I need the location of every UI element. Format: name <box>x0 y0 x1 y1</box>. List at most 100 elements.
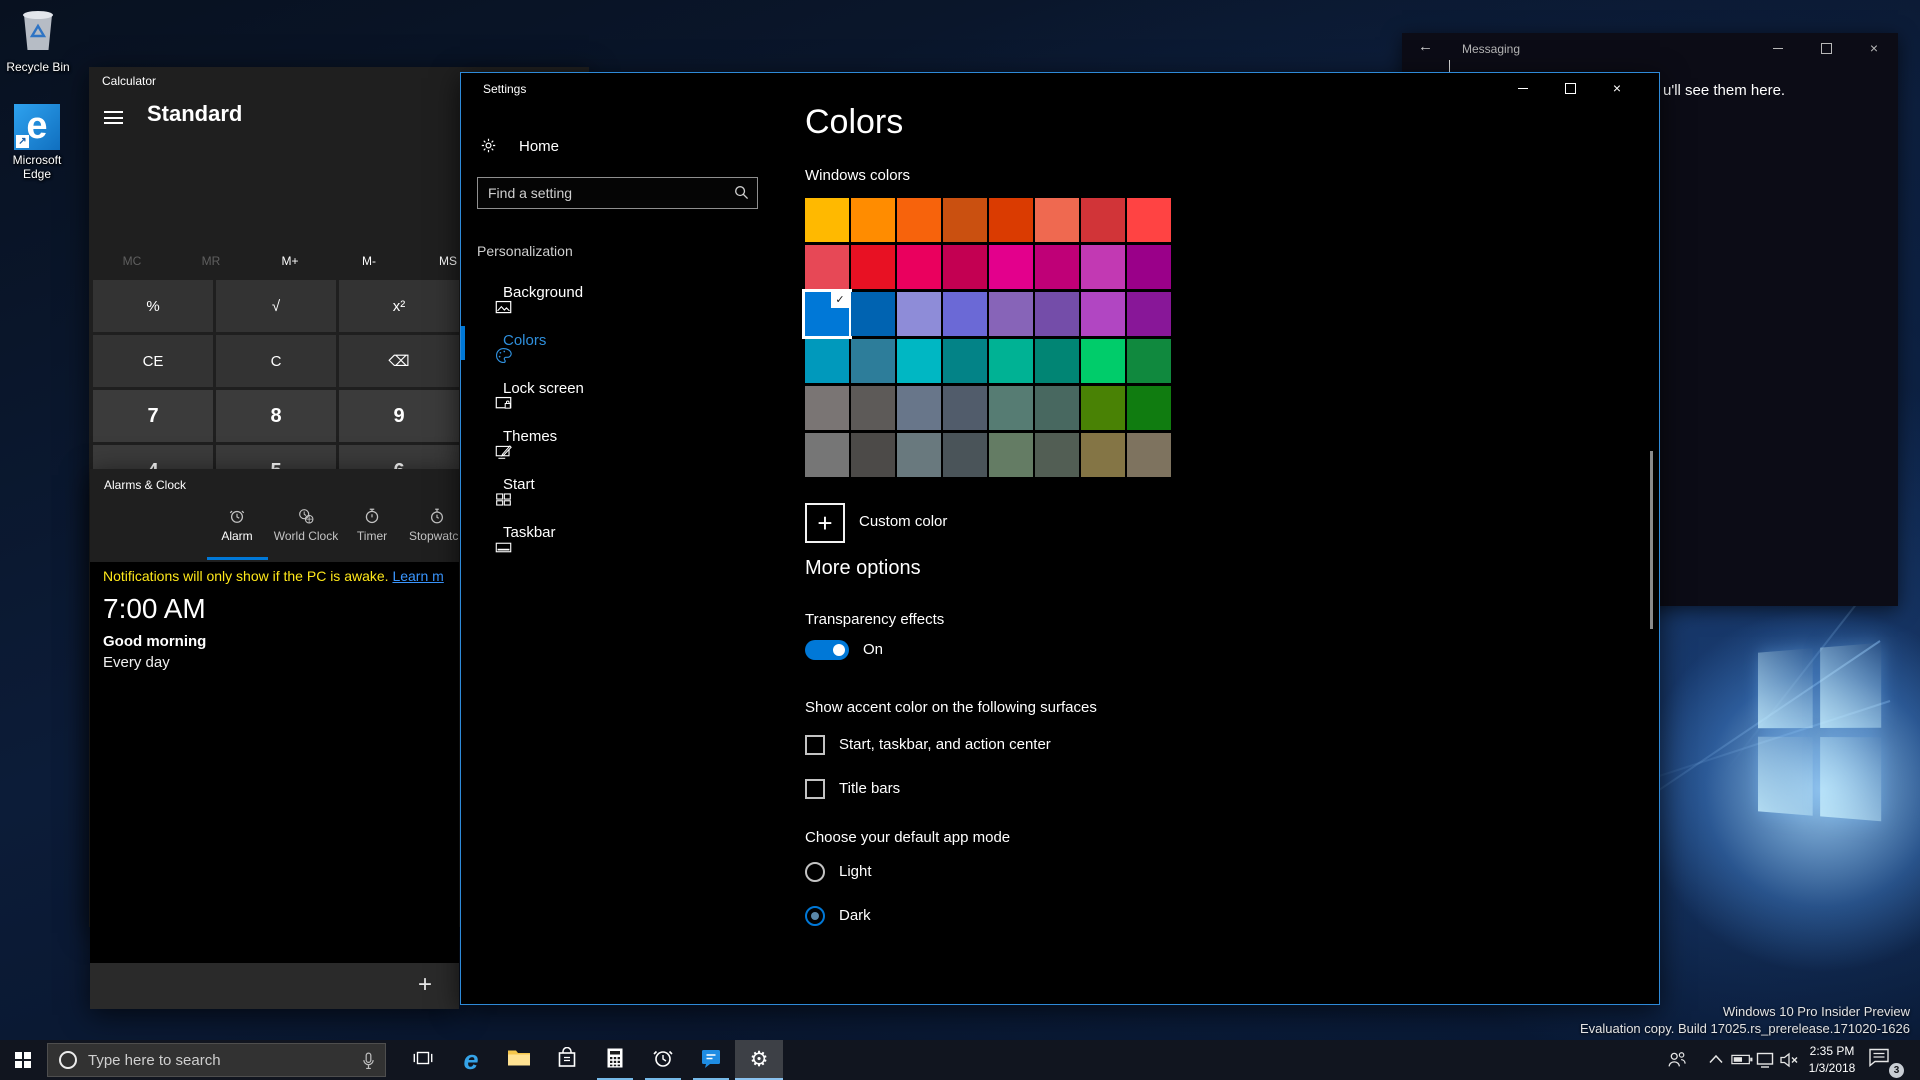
tab-alarm-selected[interactable]: Alarm <box>201 507 273 543</box>
minimize-button[interactable] <box>1503 73 1543 103</box>
color-swatch-#0063b1[interactable] <box>851 292 895 336</box>
memory-button-mc[interactable]: MC <box>123 254 142 268</box>
sidebar-item-taskbar[interactable]: Taskbar <box>461 513 767 557</box>
calculator-mode-title[interactable]: Standard <box>147 101 242 127</box>
sidebar-item-themes[interactable]: Themes <box>461 417 767 461</box>
color-swatch-#9a0089[interactable] <box>1127 245 1171 289</box>
calc-key-√[interactable]: √ <box>216 280 336 332</box>
taskbar-button-task-view[interactable] <box>399 1040 447 1080</box>
color-swatch-#881798[interactable] <box>1127 292 1171 336</box>
color-swatch-#8e8cd8[interactable] <box>897 292 941 336</box>
close-button[interactable]: × <box>1854 33 1894 63</box>
sidebar-item-background[interactable]: Background <box>461 273 767 317</box>
maximize-button[interactable] <box>1550 73 1590 103</box>
memory-button-m-[interactable]: M- <box>362 254 376 268</box>
scrollbar-thumb[interactable] <box>1650 451 1653 629</box>
color-swatch-#10893e[interactable] <box>1127 339 1171 383</box>
color-swatch-#69797e[interactable] <box>897 433 941 477</box>
color-swatch-#ff8c00[interactable] <box>851 198 895 242</box>
color-swatch-#498205[interactable] <box>1081 386 1125 430</box>
back-arrow-icon[interactable]: ← <box>1418 38 1433 55</box>
color-swatch-#ef6950[interactable] <box>1035 198 1079 242</box>
color-swatch-#ca5010[interactable] <box>943 198 987 242</box>
sidebar-item-lock[interactable]: Lock screen <box>461 369 767 413</box>
color-swatch-#ff4343[interactable] <box>1127 198 1171 242</box>
taskbar-button-settings[interactable]: ⚙ <box>735 1040 783 1080</box>
color-swatch-#c30052[interactable] <box>943 245 987 289</box>
color-swatch-#5d5a58[interactable] <box>851 386 895 430</box>
transparency-toggle[interactable] <box>805 640 849 660</box>
action-center-button[interactable]: 3 <box>1868 1047 1902 1075</box>
color-swatch-#7e735f[interactable] <box>1127 433 1171 477</box>
taskbar-button-store[interactable] <box>543 1040 591 1080</box>
color-swatch-#bf0077[interactable] <box>1035 245 1079 289</box>
color-swatch-#8764b8[interactable] <box>989 292 1033 336</box>
color-swatch-#486860[interactable] <box>1035 386 1079 430</box>
taskbar-button-calculator[interactable] <box>591 1040 639 1080</box>
sidebar-item-start[interactable]: Start <box>461 465 767 509</box>
calc-key-⌫[interactable]: ⌫ <box>339 335 459 387</box>
close-button[interactable]: × <box>1597 73 1637 103</box>
network-icon[interactable] <box>1756 1052 1776 1068</box>
microphone-icon[interactable] <box>362 1052 375 1070</box>
color-swatch-#525e54[interactable] <box>1035 433 1079 477</box>
color-swatch-#e74856[interactable] <box>805 245 849 289</box>
color-swatch-#c239b3[interactable] <box>1081 245 1125 289</box>
taskbar-clock[interactable]: 2:35 PM 1/3/2018 <box>1804 1043 1860 1077</box>
color-swatch-#d13438[interactable] <box>1081 198 1125 242</box>
color-swatch-#00b294[interactable] <box>989 339 1033 383</box>
calc-key-x²[interactable]: x² <box>339 280 459 332</box>
color-swatch-#00cc6a[interactable] <box>1081 339 1125 383</box>
color-swatch-#2d7d9a[interactable] <box>851 339 895 383</box>
settings-search-input[interactable]: Find a setting <box>477 177 758 209</box>
memory-button-mr[interactable]: MR <box>202 254 221 268</box>
color-swatch-#647c64[interactable] <box>989 433 1033 477</box>
color-swatch-#ea005e[interactable] <box>897 245 941 289</box>
sidebar-item-home[interactable]: Home <box>477 131 767 163</box>
color-swatch-#567c73[interactable] <box>989 386 1033 430</box>
start-button[interactable] <box>0 1040 46 1080</box>
alarm-time[interactable]: 7:00 AM <box>103 593 206 625</box>
checkbox-start-taskbar-action-center[interactable] <box>805 735 825 755</box>
hamburger-menu-icon[interactable] <box>104 111 123 124</box>
radio-dark[interactable] <box>805 906 825 926</box>
color-swatch-#4c4a48[interactable] <box>851 433 895 477</box>
minimize-button[interactable] <box>1758 33 1798 63</box>
calc-key-9[interactable]: 9 <box>339 390 459 442</box>
custom-color-button[interactable]: + <box>805 503 845 543</box>
color-swatch-#018574[interactable] <box>1035 339 1079 383</box>
color-swatch-#ffb900[interactable] <box>805 198 849 242</box>
color-swatch-#68768a[interactable] <box>897 386 941 430</box>
color-swatch-#b146c2[interactable] <box>1081 292 1125 336</box>
tab-timer[interactable]: Timer <box>336 507 408 543</box>
calc-key-CE[interactable]: CE <box>93 335 213 387</box>
calc-key-C[interactable]: C <box>216 335 336 387</box>
color-swatch-#00b7c3[interactable] <box>897 339 941 383</box>
color-swatch-#0078d7[interactable]: ✓ <box>805 292 849 336</box>
learn-more-link[interactable]: Learn m <box>392 568 443 584</box>
people-icon[interactable] <box>1666 1050 1688 1070</box>
color-swatch-#f7630c[interactable] <box>897 198 941 242</box>
desktop-icon-recycle-bin[interactable]: Recycle Bin <box>6 6 70 74</box>
color-swatch-#6b69d6[interactable] <box>943 292 987 336</box>
desktop-icon-microsoft-edge[interactable]: e ↗ Microsoft Edge <box>5 104 69 181</box>
calc-key-%[interactable]: % <box>93 280 213 332</box>
taskbar-search-input[interactable]: Type here to search <box>47 1043 386 1077</box>
maximize-button[interactable] <box>1806 33 1846 63</box>
color-swatch-#da3b01[interactable] <box>989 198 1033 242</box>
color-swatch-#e3008c[interactable] <box>989 245 1033 289</box>
color-swatch-#847545[interactable] <box>1081 433 1125 477</box>
taskbar-button-file-explorer[interactable] <box>495 1040 543 1080</box>
color-swatch-#767676[interactable] <box>805 433 849 477</box>
taskbar-button-alarms[interactable] <box>639 1040 687 1080</box>
tray-chevron-up-icon[interactable] <box>1708 1054 1724 1064</box>
sidebar-item-colors[interactable]: Colors <box>461 321 767 365</box>
color-swatch-#4a5459[interactable] <box>943 433 987 477</box>
color-swatch-#515c6b[interactable] <box>943 386 987 430</box>
volume-muted-icon[interactable] <box>1779 1052 1799 1068</box>
color-swatch-#7a7574[interactable] <box>805 386 849 430</box>
calc-key-7[interactable]: 7 <box>93 390 213 442</box>
add-alarm-button[interactable]: + <box>409 969 441 1001</box>
color-swatch-#038387[interactable] <box>943 339 987 383</box>
checkbox-title-bars[interactable] <box>805 779 825 799</box>
